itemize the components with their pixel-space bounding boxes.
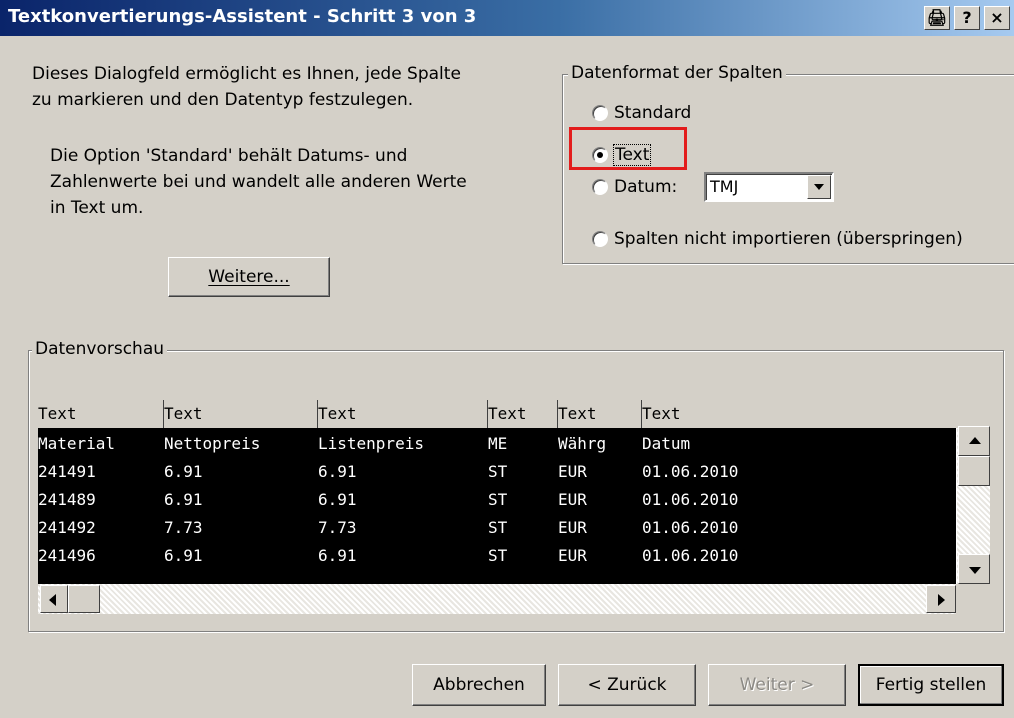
table-cell: 01.06.2010 — [642, 462, 739, 481]
table-cell: 01.06.2010 — [642, 518, 739, 537]
table-cell: 241492 — [38, 518, 96, 537]
radio-standard-label: Standard — [614, 103, 692, 123]
column-format-legend: Datenformat der Spalten — [568, 62, 786, 84]
hint-line-1: Die Option 'Standard' behält Datums- und — [50, 146, 408, 166]
table-cell: 01.06.2010 — [642, 490, 739, 509]
table-cell: ST — [488, 462, 508, 481]
table-cell: Währg — [558, 434, 607, 453]
date-format-value: TMJ — [710, 177, 739, 196]
data-preview-legend: Datenvorschau — [32, 338, 168, 360]
radio-button-icon — [592, 179, 608, 195]
scroll-thumb[interactable] — [958, 456, 990, 486]
radio-standard[interactable]: Standard — [592, 100, 691, 126]
table-cell: 6.91 — [318, 546, 357, 565]
table-cell: ST — [488, 490, 508, 509]
radio-button-icon — [592, 231, 608, 247]
table-cell: EUR — [558, 490, 587, 509]
column-header[interactable]: Text — [318, 400, 488, 428]
horizontal-scrollbar[interactable] — [38, 584, 956, 614]
table-cell: 01.06.2010 — [642, 546, 739, 565]
scroll-up-button[interactable] — [958, 426, 990, 456]
window-title: Textkonvertierungs-Assistent - Schritt 3… — [8, 6, 477, 27]
radio-datum-label: Datum: — [614, 177, 678, 197]
arrow-right-icon — [938, 594, 945, 606]
table-cell: 6.91 — [318, 490, 357, 509]
scroll-down-button[interactable] — [958, 554, 990, 584]
highlight-box — [569, 127, 687, 170]
arrow-down-icon — [969, 567, 981, 574]
hint-line-3: in Text um. — [50, 198, 144, 218]
close-button[interactable]: × — [984, 6, 1010, 30]
table-cell: Nettopreis — [164, 434, 261, 453]
column-header[interactable]: Text — [558, 400, 642, 428]
column-header[interactable]: Text — [164, 400, 318, 428]
radio-datum[interactable]: Datum: — [592, 174, 677, 200]
scroll-left-button[interactable] — [40, 585, 68, 613]
table-cell: 241491 — [38, 462, 96, 481]
data-preview-table[interactable]: Text Text Text Text Text Text Material N… — [38, 400, 956, 584]
radio-skip-column[interactable]: Spalten nicht importieren (überspringen) — [592, 226, 963, 252]
table-cell: 6.91 — [318, 462, 357, 481]
table-cell: 6.91 — [164, 462, 203, 481]
radio-button-icon — [592, 105, 608, 121]
title-bar: Textkonvertierungs-Assistent - Schritt 3… — [0, 0, 1014, 36]
arrow-up-icon — [969, 437, 981, 444]
arrow-left-icon — [49, 594, 56, 606]
table-cell: EUR — [558, 462, 587, 481]
scroll-right-button[interactable] — [926, 585, 956, 613]
more-button[interactable]: Weitere... — [168, 257, 330, 297]
date-format-select[interactable]: TMJ — [704, 172, 834, 202]
table-cell: 6.91 — [164, 490, 203, 509]
table-cell: 7.73 — [318, 518, 357, 537]
table-cell: ST — [488, 518, 508, 537]
back-button[interactable]: < Zurück — [558, 664, 696, 706]
table-cell: Listenpreis — [318, 434, 424, 453]
table-cell: 6.91 — [164, 546, 203, 565]
table-cell: 241489 — [38, 490, 96, 509]
column-header[interactable]: Text — [488, 400, 558, 428]
next-button[interactable]: Weiter > — [708, 664, 846, 706]
help-button[interactable]: ? — [954, 6, 980, 30]
horizontal-scroll-thumb[interactable] — [68, 585, 100, 613]
description-line-1: Dieses Dialogfeld ermöglicht es Ihnen, j… — [32, 64, 461, 84]
table-cell: Material — [38, 434, 116, 453]
chevron-down-icon — [814, 184, 824, 190]
table-cell: ST — [488, 546, 508, 565]
table-cell: Datum — [642, 434, 691, 453]
finish-button[interactable]: Fertig stellen — [858, 664, 1004, 706]
table-cell: 7.73 — [164, 518, 203, 537]
radio-skip-column-label: Spalten nicht importieren (überspringen) — [614, 229, 963, 249]
table-cell: ME — [488, 434, 508, 453]
preview-header-row: Text Text Text Text Text Text — [38, 400, 956, 428]
dropdown-button[interactable] — [807, 175, 831, 199]
table-cell: EUR — [558, 546, 587, 565]
column-header[interactable]: Text — [642, 400, 956, 428]
column-header[interactable]: Text — [38, 400, 164, 428]
print-icon[interactable]: 🖨 — [924, 6, 950, 30]
hint-line-2: Zahlenwerte bei und wandelt alle anderen… — [50, 172, 467, 192]
table-cell: EUR — [558, 518, 587, 537]
cancel-button[interactable]: Abbrechen — [412, 664, 546, 706]
table-cell: 241496 — [38, 546, 96, 565]
description-line-2: zu markieren und den Datentyp festzulege… — [32, 90, 414, 110]
